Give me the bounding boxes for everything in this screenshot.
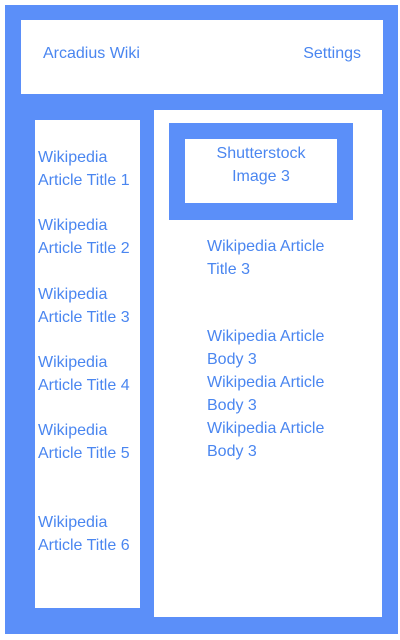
article-title: Wikipedia Article Title 3 [207, 238, 325, 278]
article-panel: Shutterstock Image 3 Wikipedia Article T… [154, 110, 382, 617]
app-title[interactable]: Arcadius Wiki [43, 45, 140, 63]
sidebar-item-article-6[interactable]: Wikipedia Article Title 6 [38, 511, 139, 557]
article-image-label: Shutterstock Image 3 [216, 145, 306, 185]
article-image-placeholder: Shutterstock Image 3 [185, 139, 337, 203]
article-body: Wikipedia Article Body 3 Wikipedia Artic… [207, 328, 325, 460]
sidebar-item-article-4[interactable]: Wikipedia Article Title 4 [38, 351, 139, 397]
sidebar-item-article-1[interactable]: Wikipedia Article Title 1 [38, 146, 139, 192]
sidebar-item-article-3[interactable]: Wikipedia Article Title 3 [38, 283, 139, 329]
sidebar-item-article-2[interactable]: Wikipedia Article Title 2 [38, 214, 139, 260]
settings-link[interactable]: Settings [303, 45, 361, 63]
article-image-frame: Shutterstock Image 3 [169, 123, 353, 220]
header-bar: Arcadius Wiki Settings [21, 20, 383, 94]
sidebar-item-article-5[interactable]: Wikipedia Article Title 5 [38, 419, 139, 465]
sidebar: Wikipedia Article Title 1 Wikipedia Arti… [35, 120, 140, 608]
